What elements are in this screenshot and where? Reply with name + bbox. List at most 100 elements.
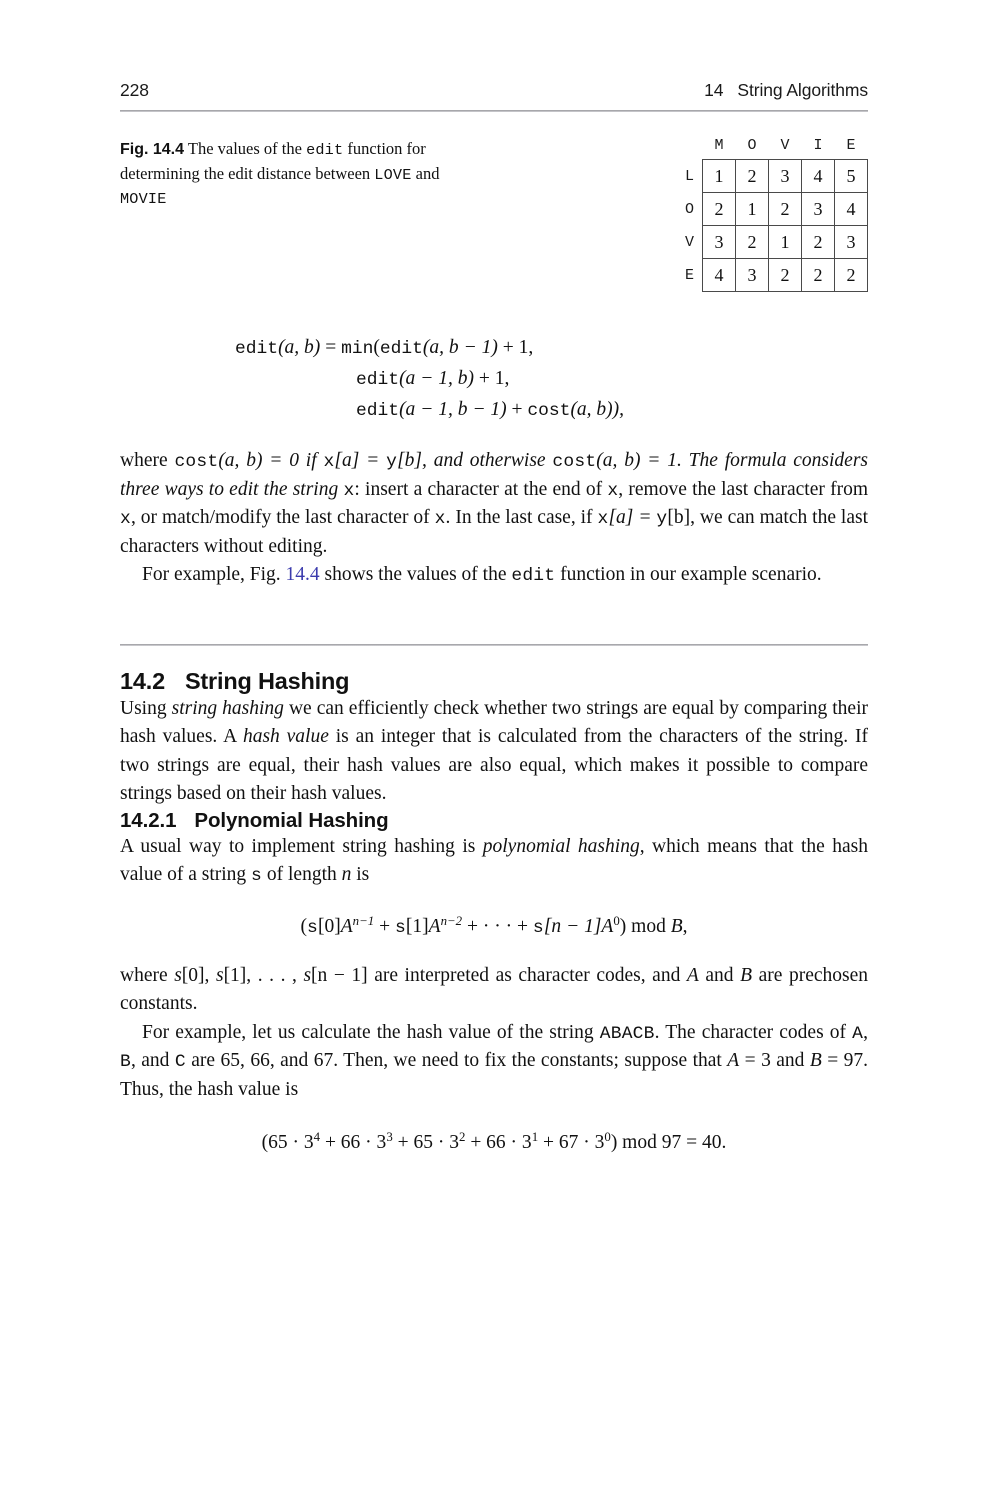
emphasis-polynomial-hashing: polynomial hashing — [482, 835, 640, 857]
code-edit: edit — [511, 566, 556, 587]
code-s: s — [251, 866, 263, 887]
edit-distance-table: M O V I E L 1 2 3 4 5 O 2 1 2 3 4 V 3 2 … — [668, 131, 868, 292]
code-s: s — [307, 917, 318, 938]
text-run: [0], — [181, 964, 216, 986]
plus-sign: + — [379, 915, 391, 937]
table-cell: 1 — [768, 225, 802, 259]
math-A: A — [686, 964, 699, 986]
edit-fn-name: edit — [356, 369, 400, 390]
table-cell: 1 — [735, 192, 769, 226]
edit-distance-grid: M O V I E L 1 2 3 4 5 O 2 1 2 3 4 V 3 2 … — [668, 131, 868, 292]
equation-line-2: edit(a − 1, b) + 1, — [120, 364, 868, 395]
row-header-cell: E — [684, 266, 694, 284]
code-cost: cost — [174, 452, 219, 473]
table-cell: 3 — [702, 225, 736, 259]
text-run: Using — [120, 697, 172, 719]
math-s: s — [174, 964, 182, 986]
table-cell: 2 — [702, 192, 736, 226]
running-head-right: 14 String Algorithms — [704, 80, 868, 101]
index-n-minus-1: [n − 1] — [543, 915, 602, 937]
close-paren: ) — [619, 915, 627, 937]
math-A: A — [340, 915, 353, 937]
row-header-cell: L — [684, 167, 694, 185]
paragraph-where-s: where s[0], s[1], . . . , s[n − 1] are i… — [120, 962, 868, 1019]
code-s: s — [394, 917, 406, 938]
figure-crossref-link[interactable]: 14.4 — [286, 564, 320, 585]
term: + 65 · 3 — [392, 1132, 459, 1154]
index-0: [0] — [317, 915, 341, 937]
text-run: For example, Fig. — [142, 564, 286, 586]
table-cell: 4 — [834, 192, 868, 226]
text-run: . The character codes of — [654, 1021, 853, 1043]
figure-label: Fig. 14.4 — [120, 141, 185, 158]
code-abacb: ABACB — [599, 1023, 655, 1044]
table-cell: 4 — [801, 159, 835, 193]
equation-open: (65 · 3 — [261, 1132, 314, 1154]
text-run: , and — [130, 1050, 175, 1072]
edit-distance-table-body: M O V I E L 1 2 3 4 5 O 2 1 2 3 4 V 3 2 … — [668, 131, 868, 292]
paragraph-using-string-hashing: Using string hashing we can efficiently … — [120, 695, 868, 809]
text-run: function in our example scenario. — [555, 564, 822, 586]
code-y: y — [386, 452, 398, 473]
math-s: s — [303, 964, 312, 986]
cost-args: (a, b)), — [570, 398, 625, 420]
table-corner-cell — [668, 131, 703, 160]
equation-tail: + 1, — [502, 337, 534, 358]
math-A: A — [428, 915, 441, 937]
term: + 66 · 3 — [465, 1132, 532, 1154]
edit-args: (a − 1, b − 1) — [399, 398, 507, 420]
table-cell: 2 — [735, 225, 769, 259]
math-A: A — [601, 915, 614, 937]
code-C: C — [174, 1052, 186, 1073]
chapter-number: 14 — [704, 80, 724, 100]
figure-caption-text-3: and — [415, 163, 440, 183]
code-A: A — [852, 1023, 864, 1044]
code-x: x — [597, 509, 609, 530]
document-page: 228 14 String Algorithms Fig. 14.4 The v… — [0, 0, 989, 1500]
text-run: where — [120, 450, 175, 472]
table-cell: 5 — [834, 159, 868, 193]
table-cell: 3 — [834, 225, 868, 259]
running-head: 228 14 String Algorithms — [120, 80, 868, 101]
edit-args: (a − 1, b) — [399, 367, 474, 389]
table-row: V 3 2 1 2 3 — [668, 225, 868, 259]
figure-caption-text-1: The values of the — [187, 139, 302, 158]
math-run: [a] = — [334, 450, 387, 472]
mod-operator: mod — [631, 915, 666, 937]
code-cost: cost — [552, 452, 597, 473]
text-run: A usual way to implement string hashing … — [120, 835, 483, 857]
text-run: For example, let us calculate the hash v… — [142, 1021, 600, 1043]
emphasis-hash-value: hash value — [242, 726, 329, 748]
column-header-cell: M — [714, 136, 724, 154]
table-cell: 4 — [702, 258, 736, 292]
plus-ellipsis: + · · · + — [467, 915, 528, 937]
table-cell: 3 — [735, 258, 769, 292]
table-row: O 2 1 2 3 4 — [668, 192, 868, 226]
paragraph-for-example-figure: For example, Fig. 14.4 shows the values … — [120, 561, 868, 589]
equation-polynomial-hash: (s[0]An−1 + s[1]An−2 + · · · + s[n − 1]A… — [120, 914, 868, 938]
table-row: E 4 3 2 2 2 — [668, 258, 868, 292]
text-run: , remove the last character from — [618, 478, 868, 500]
code-B: B — [120, 1052, 131, 1073]
text-run: of length — [262, 864, 342, 886]
equation-close: ) mod 97 = 40. — [610, 1132, 727, 1154]
equation-hash-value: (65 · 34 + 66 · 33 + 65 · 32 + 66 · 31 +… — [120, 1130, 868, 1154]
row-header-cell: V — [684, 233, 694, 251]
min-fn-name: min — [341, 339, 374, 359]
code-x: x — [607, 480, 619, 501]
edit-lhs-args: (a, b) — [278, 337, 321, 358]
text-run: and — [698, 964, 741, 986]
table-cell: 1 — [702, 159, 736, 193]
text-run: [1], . . . , — [223, 964, 304, 986]
text-run: = 3 and — [739, 1050, 810, 1072]
row-header-cell: O — [684, 200, 694, 218]
text-run: . In the last case, if — [445, 507, 598, 529]
text-run: are 65, 66, and 67. Then, we need to fix… — [185, 1050, 728, 1072]
figure-caption-code-edit: edit — [306, 141, 344, 159]
section-rule — [120, 643, 868, 646]
table-cell: 2 — [834, 258, 868, 292]
section-number: 14.2 — [120, 667, 165, 694]
chapter-title: String Algorithms — [737, 80, 868, 100]
text-run: where — [120, 964, 175, 986]
equation-line-3: edit(a − 1, b − 1) + cost(a, b)), — [120, 395, 868, 426]
